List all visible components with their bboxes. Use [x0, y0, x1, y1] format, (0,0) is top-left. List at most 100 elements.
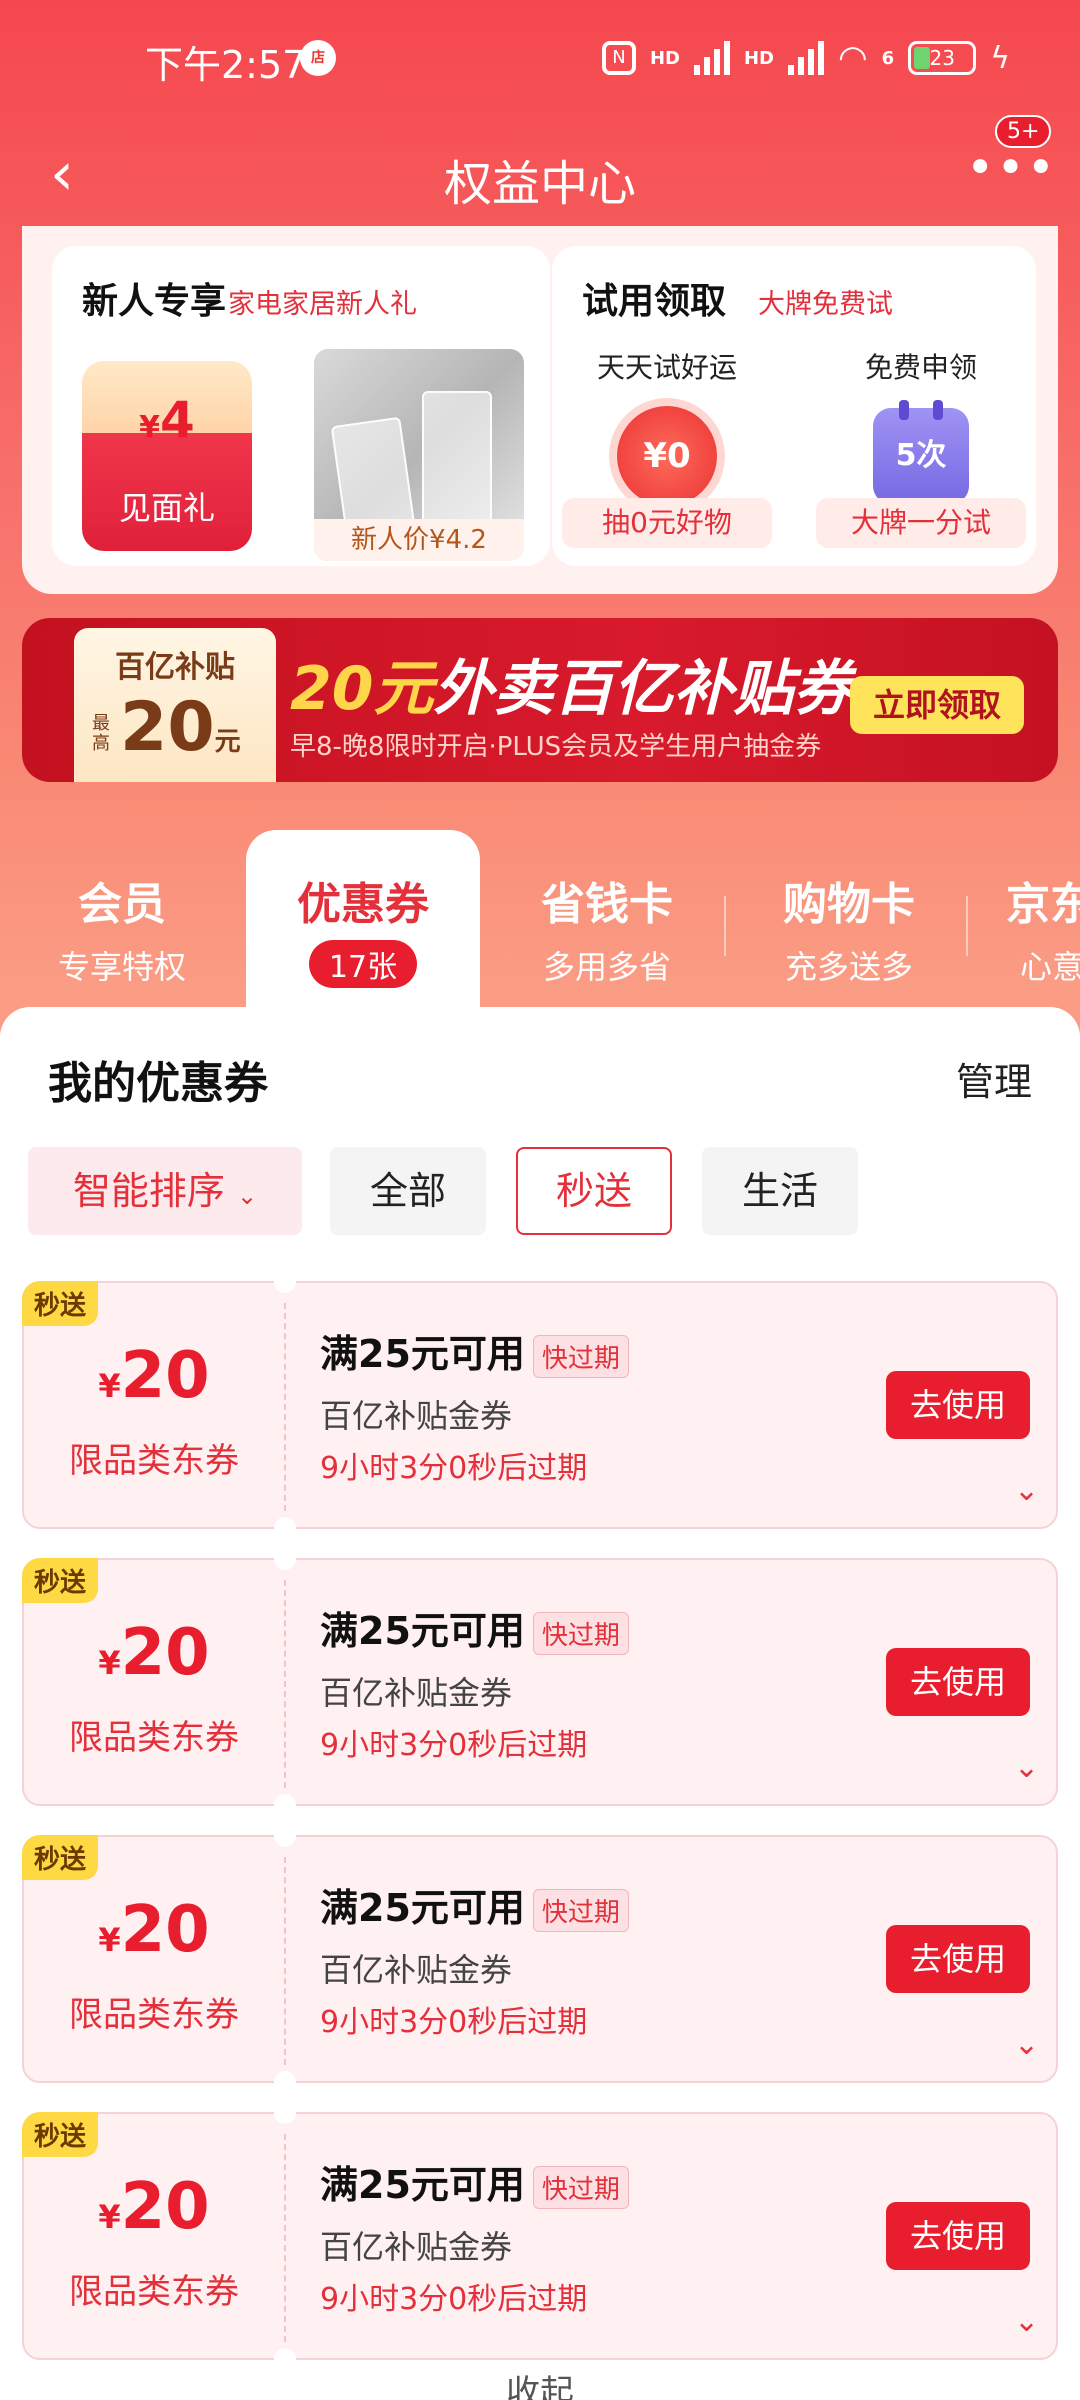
- tab-jd[interactable]: 京东 心意: [1006, 868, 1080, 988]
- tab-jd-subtitle: 心意: [1020, 948, 1080, 986]
- coupon-value: ¥20 限品类东券: [24, 1837, 284, 2081]
- coupon-rule: 满25元可用 快过期: [320, 1323, 629, 1378]
- coupon-name: 百亿补贴金券: [320, 1951, 513, 1989]
- coupon-name: 百亿补贴金券: [320, 1397, 513, 1435]
- benefit-panel: 新人专享 家电家居新人礼 ¥4 见面礼 新人价¥4.2 试用领取 大牌免费试 天…: [22, 226, 1058, 594]
- coupon-amount: ¥20: [98, 1893, 210, 1967]
- signal-icon: [788, 41, 824, 75]
- trial-title: 试用领取: [582, 281, 727, 322]
- coupon-category: 限品类东券: [69, 1995, 239, 2035]
- product-price-tag: 新人价¥4.2: [314, 519, 524, 561]
- chevron-down-icon[interactable]: ⌄: [1014, 1473, 1039, 1508]
- section-title: 我的优惠券: [48, 1058, 268, 1109]
- app-notification-icon: 店: [300, 40, 336, 76]
- wifi-badge: 6: [881, 47, 895, 69]
- coupon-card[interactable]: 秒送 ¥20 限品类东券 满25元可用 快过期 百亿补贴金券 9小时3分0秒后过期…: [22, 1548, 1058, 1816]
- collapse-button[interactable]: 收起: [22, 2365, 1058, 2400]
- subsidy-ticket-value: 20元: [120, 688, 241, 767]
- sort-label: 智能排序: [72, 1169, 225, 1213]
- coupon-card[interactable]: 秒送 ¥20 限品类东券 满25元可用 快过期 百亿补贴金券 9小时3分0秒后过期…: [22, 1271, 1058, 1539]
- newcomer-subtitle: 家电家居新人礼: [228, 289, 417, 320]
- coupon-name: 百亿补贴金券: [320, 1674, 513, 1712]
- coupon-card[interactable]: 秒送 ¥20 限品类东券 满25元可用 快过期 百亿补贴金券 9小时3分0秒后过期…: [22, 1825, 1058, 2093]
- category-tabs: 会员 专享特权 优惠券 17张 省钱卡 多用多省 购物卡 充多送多 京东 心意: [0, 830, 1080, 1010]
- use-coupon-button[interactable]: 去使用: [886, 1371, 1030, 1439]
- trial-card[interactable]: 试用领取 大牌免费试 天天试好运 ¥0 抽0元好物 免费申领 5次 大牌一分试: [552, 246, 1036, 566]
- more-badge: 5+: [995, 115, 1052, 148]
- nfc-icon: N: [601, 41, 636, 75]
- use-coupon-button[interactable]: 去使用: [886, 1925, 1030, 1993]
- calendar-icon: 5次: [873, 400, 969, 504]
- subsidy-ticket: 百亿补贴 最高 20元: [74, 628, 276, 782]
- subsidy-description: 早8-晚8限时开启·PLUS会员及学生用户抽金券: [290, 732, 822, 762]
- status-time: 下午2:57: [145, 43, 307, 87]
- expiring-badge: 快过期: [532, 1889, 629, 1932]
- tab-coupons-title: 优惠券: [297, 879, 429, 930]
- trial-free-button[interactable]: 大牌一分试: [816, 498, 1026, 548]
- claim-now-button[interactable]: 立即领取: [850, 676, 1024, 734]
- chevron-down-icon: ⌄: [237, 1182, 258, 1210]
- coupon-category: 限品类东券: [69, 2272, 239, 2312]
- tab-member-subtitle: 专享特权: [57, 948, 186, 986]
- coupon-count-badge: 17张: [308, 940, 418, 988]
- coupon-amount: ¥20: [98, 2170, 210, 2244]
- trial-free-column[interactable]: 免费申领 5次: [816, 346, 1026, 504]
- coupon-rule: 满25元可用 快过期: [320, 1600, 629, 1655]
- network-type-2: HD: [743, 47, 774, 69]
- tab-saving-card-title: 省钱卡: [541, 879, 673, 930]
- expiring-badge: 快过期: [532, 2166, 629, 2209]
- filter-life[interactable]: 生活: [702, 1147, 858, 1235]
- sort-dropdown[interactable]: 智能排序 ⌄: [28, 1147, 302, 1235]
- filter-instant[interactable]: 秒送: [516, 1147, 672, 1235]
- chevron-down-icon[interactable]: ⌄: [1014, 2027, 1039, 2062]
- status-bar: 下午2:57 店 N HD HD ◠ 6 23 ϟ: [0, 0, 1080, 120]
- tab-divider: [966, 896, 968, 956]
- tab-member-title: 会员: [78, 879, 166, 930]
- chevron-down-icon[interactable]: ⌄: [1014, 1750, 1039, 1785]
- coupon-rule: 满25元可用 快过期: [320, 2154, 629, 2209]
- trial-lucky-title: 天天试好运: [596, 351, 737, 384]
- newcomer-card[interactable]: 新人专享 家电家居新人礼 ¥4 见面礼 新人价¥4.2: [52, 246, 550, 566]
- coupon-category: 限品类东券: [69, 1441, 239, 1481]
- trial-subtitle: 大牌免费试: [758, 289, 893, 320]
- coupon-rule: 满25元可用 快过期: [320, 1877, 629, 1932]
- tab-shopping-card[interactable]: 购物卡 充多送多: [764, 868, 934, 988]
- newcomer-gift-coupon[interactable]: ¥4 见面礼: [82, 361, 252, 551]
- tab-shopping-card-subtitle: 充多送多: [784, 948, 913, 986]
- gift-label: 见面礼: [118, 489, 215, 527]
- filter-all[interactable]: 全部: [330, 1147, 486, 1235]
- signal-icon: [693, 41, 730, 75]
- manage-button[interactable]: 管理: [956, 1051, 1032, 1106]
- tab-saving-card[interactable]: 省钱卡 多用多省: [522, 868, 692, 988]
- coupon-card[interactable]: 秒送 ¥20 限品类东券 满25元可用 快过期 百亿补贴金券 9小时3分0秒后过期…: [22, 2102, 1058, 2370]
- tab-shopping-card-title: 购物卡: [783, 879, 915, 930]
- trial-lucky-button[interactable]: 抽0元好物: [562, 498, 772, 548]
- more-icon[interactable]: •••: [966, 140, 1057, 196]
- chevron-down-icon[interactable]: ⌄: [1014, 2304, 1039, 2339]
- battery-icon: 23: [908, 41, 977, 75]
- coupon-countdown: 9小时3分0秒后过期: [320, 1728, 588, 1763]
- tab-coupons[interactable]: 优惠券 17张: [246, 830, 480, 1010]
- coupon-value: ¥20 限品类东券: [24, 2114, 284, 2358]
- tab-divider: [724, 896, 726, 956]
- battery-level: 23: [929, 46, 955, 70]
- coupon-value: ¥20 限品类东券: [24, 1283, 284, 1527]
- coupon-category: 限品类东券: [69, 1718, 239, 1758]
- coupon-amount: ¥20: [98, 1339, 210, 1413]
- coupon-countdown: 9小时3分0秒后过期: [320, 2282, 588, 2317]
- subsidy-banner[interactable]: 百亿补贴 最高 20元 20元外卖百亿补贴券 早8-晚8限时开启·PLUS会员及…: [22, 618, 1058, 782]
- trial-lucky-column[interactable]: 天天试好运 ¥0: [562, 346, 772, 506]
- newcomer-title: 新人专享: [82, 281, 227, 322]
- tab-member[interactable]: 会员 专享特权: [30, 868, 214, 988]
- network-type-1: HD: [649, 47, 680, 69]
- page-title: 权益中心: [443, 156, 636, 212]
- use-coupon-button[interactable]: 去使用: [886, 1648, 1030, 1716]
- expiring-badge: 快过期: [532, 1612, 629, 1655]
- use-coupon-button[interactable]: 去使用: [886, 2202, 1030, 2270]
- tab-saving-card-subtitle: 多用多省: [542, 948, 671, 986]
- status-icons: N HD HD ◠ 6 23 ϟ: [601, 38, 1010, 78]
- coupon-amount: ¥20: [98, 1616, 210, 1690]
- expiring-badge: 快过期: [532, 1335, 629, 1378]
- tab-jd-title: 京东: [1006, 879, 1080, 930]
- coupon-countdown: 9小时3分0秒后过期: [320, 1451, 588, 1486]
